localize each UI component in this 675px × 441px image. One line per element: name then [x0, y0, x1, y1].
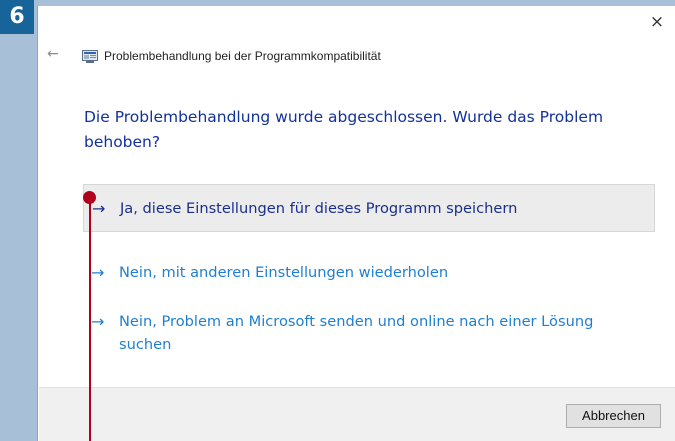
callout-line: [89, 197, 91, 441]
step-side-strip: [0, 0, 37, 441]
compatibility-app-icon: [82, 50, 98, 63]
option-retry-settings-label: Nein, mit anderen Einstellungen wiederho…: [119, 264, 449, 281]
callout-dot: [83, 191, 96, 204]
option-send-to-microsoft[interactable]: → Nein, Problem an Microsoft senden und …: [83, 310, 655, 356]
cancel-button[interactable]: Abbrechen: [566, 404, 661, 428]
troubleshooter-dialog: × ← Problembehandlung bei der Programmko…: [37, 6, 675, 441]
arrow-right-icon: →: [91, 263, 105, 282]
back-arrow-icon[interactable]: ←: [47, 46, 59, 62]
step-number-badge: 6: [0, 0, 34, 34]
option-save-settings-label: Ja, diese Einstellungen für dieses Progr…: [120, 200, 518, 217]
close-icon[interactable]: ×: [647, 12, 667, 32]
arrow-right-icon: →: [91, 312, 105, 331]
dialog-footer: Abbrechen: [39, 387, 675, 441]
result-question-heading: Die Problembehandlung wurde abgeschlosse…: [84, 108, 604, 151]
option-retry-settings[interactable]: → Nein, mit anderen Einstellungen wieder…: [83, 261, 655, 284]
window-title: Problembehandlung bei der Programmkompat…: [104, 49, 381, 63]
option-save-settings[interactable]: → Ja, diese Einstellungen für dieses Pro…: [83, 184, 655, 232]
option-send-to-microsoft-label: Nein, Problem an Microsoft senden und on…: [119, 313, 594, 353]
